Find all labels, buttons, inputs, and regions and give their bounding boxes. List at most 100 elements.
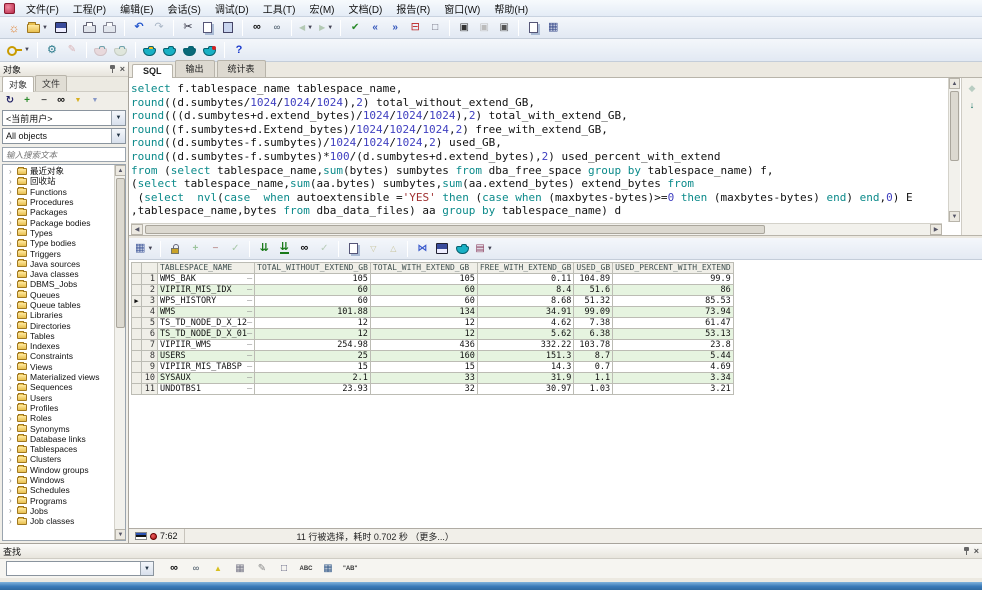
delete-row-button[interactable]: − — [205, 240, 225, 258]
nav-back-button[interactable]: ◀▼ — [296, 19, 316, 37]
scroll-thumb[interactable] — [145, 225, 765, 234]
pin-icon[interactable] — [109, 64, 116, 74]
find-previous-button[interactable]: ▲ — [208, 560, 228, 578]
close-icon[interactable]: × — [120, 65, 125, 74]
tablespace-name-cell[interactable]: WMS_BAK‒ — [158, 273, 255, 284]
editor-tab-输出[interactable]: 输出 — [175, 60, 215, 77]
expand-icon[interactable]: › — [9, 455, 14, 464]
expand-icon[interactable]: › — [9, 362, 14, 371]
find-next-button[interactable]: ∞ — [186, 560, 206, 578]
expand-icon[interactable]: › — [9, 496, 14, 505]
apply-sql-button[interactable]: ✓ — [314, 240, 334, 258]
tablespace-name-cell[interactable]: VIPIIR_WMS‒ — [158, 339, 255, 350]
table-row[interactable]: ▶3WPS_HISTORY‒60608.6851.3285.53 — [132, 295, 734, 306]
sql-line[interactable]: (select tablespace_name,sum(aa.bytes) su… — [131, 177, 942, 191]
chevron-down-icon[interactable]: ▼ — [24, 47, 30, 53]
menu-item[interactable]: 工具(T) — [256, 4, 303, 17]
row-number[interactable]: 6 — [142, 328, 158, 339]
value-cell[interactable]: 1.03 — [574, 383, 613, 394]
tablespace-name-cell[interactable]: TS_TD_NODE_D_X_12‒ — [158, 317, 255, 328]
value-cell[interactable]: 30.97 — [477, 383, 574, 394]
scroll-thumb[interactable] — [950, 91, 959, 161]
value-cell[interactable]: 3.21 — [613, 383, 734, 394]
print-button[interactable] — [80, 19, 100, 37]
tree-item[interactable]: ›Sequences — [3, 382, 114, 392]
paste-button[interactable] — [218, 19, 238, 37]
tree-scrollbar[interactable]: ▲ ▼ — [114, 165, 125, 540]
value-cell[interactable]: 60 — [255, 284, 371, 295]
expand-icon[interactable]: › — [9, 259, 14, 268]
expand-all-button[interactable]: + — [19, 93, 35, 108]
value-cell[interactable]: 5.44 — [613, 350, 734, 361]
value-cell[interactable]: 151.3 — [477, 350, 574, 361]
value-cell[interactable]: 12 — [370, 317, 477, 328]
expand-icon[interactable]: › — [9, 517, 14, 526]
scroll-down-icon[interactable]: ▼ — [949, 211, 960, 222]
row-number[interactable]: 5 — [142, 317, 158, 328]
expand-icon[interactable]: › — [9, 311, 14, 320]
tree-item[interactable]: ›Functions — [3, 187, 114, 197]
value-cell[interactable]: 7.38 — [574, 317, 613, 328]
table-row[interactable]: 5TS_TD_NODE_D_X_12‒12124.627.3861.47 — [132, 317, 734, 328]
find-input[interactable] — [7, 562, 140, 575]
in-selection-button[interactable]: □ — [274, 560, 294, 578]
filter-settings-button[interactable]: ▼ — [87, 93, 103, 108]
tree-item[interactable]: ›Schedules — [3, 485, 114, 495]
tree-item[interactable]: ›Constraints — [3, 351, 114, 361]
scroll-up-icon[interactable]: ▲ — [115, 165, 126, 176]
tablespace-name-cell[interactable]: WMS‒ — [158, 306, 255, 317]
editor-tab-统计表[interactable]: 统计表 — [217, 60, 266, 77]
tree-item[interactable]: ›Indexes — [3, 341, 114, 351]
cell-detail-icon[interactable]: ‒ — [247, 285, 252, 295]
tree-item[interactable]: ›Window groups — [3, 465, 114, 475]
table-row[interactable]: 2VIPIIR_MIS_IDX‒60608.451.686 — [132, 284, 734, 295]
value-cell[interactable]: 33 — [370, 372, 477, 383]
expand-icon[interactable]: › — [9, 373, 14, 382]
scroll-down-icon[interactable]: ▼ — [115, 529, 126, 540]
value-cell[interactable]: 2.1 — [255, 372, 371, 383]
cell-detail-icon[interactable]: ‒ — [247, 351, 252, 361]
value-cell[interactable]: 5.62 — [477, 328, 574, 339]
chevron-down-icon[interactable]: ▼ — [147, 246, 153, 252]
mark-all-button[interactable]: ▦ — [230, 560, 250, 578]
expand-icon[interactable]: › — [9, 465, 14, 474]
expand-icon[interactable]: › — [9, 290, 14, 299]
value-cell[interactable]: 101.88 — [255, 306, 371, 317]
tablespace-name-cell[interactable]: UNDOTBS1‒ — [158, 383, 255, 394]
menu-item[interactable]: 文件(F) — [19, 4, 66, 17]
row-number[interactable]: 1 — [142, 273, 158, 284]
new-command-window-button[interactable] — [180, 41, 200, 59]
menu-item[interactable]: 编辑(E) — [113, 4, 160, 17]
value-cell[interactable]: 60 — [370, 295, 477, 306]
filter-button[interactable]: ▼ — [70, 93, 86, 108]
expand-icon[interactable]: › — [9, 393, 14, 402]
user-select[interactable]: <当前用户> ▼ — [2, 110, 126, 126]
sql-line[interactable]: ,tablespace_name,bytes from dba_data_fil… — [131, 204, 942, 218]
chevron-down-icon[interactable]: ▼ — [111, 111, 125, 125]
menu-item[interactable]: 宏(M) — [302, 4, 341, 17]
cell-detail-icon[interactable]: ‒ — [247, 307, 252, 317]
object-search-input[interactable] — [3, 148, 125, 161]
row-number[interactable]: 2 — [142, 284, 158, 295]
grid-mode-button[interactable]: ▦▼ — [132, 240, 156, 258]
tree-item[interactable]: ›Java classes — [3, 269, 114, 279]
edit-data-button[interactable]: ✎ — [62, 41, 82, 59]
delete-doc-button[interactable]: ⊟ — [405, 19, 425, 37]
find-button[interactable]: ∞ — [53, 93, 69, 108]
value-cell[interactable]: 332.22 — [477, 339, 574, 350]
cut-button[interactable]: ✂ — [178, 19, 198, 37]
value-cell[interactable]: 6.38 — [574, 328, 613, 339]
cell-detail-icon[interactable]: ‒ — [247, 274, 252, 284]
editor-vscrollbar[interactable]: ▲ ▼ — [948, 78, 960, 222]
menu-item[interactable]: 窗口(W) — [437, 4, 487, 17]
value-cell[interactable]: 134 — [370, 306, 477, 317]
value-cell[interactable]: 23.8 — [613, 339, 734, 350]
tree-item[interactable]: ›Jobs — [3, 506, 114, 516]
scroll-up-icon[interactable]: ▲ — [949, 78, 960, 89]
value-cell[interactable]: 160 — [370, 350, 477, 361]
value-cell[interactable]: 12 — [255, 317, 371, 328]
value-cell[interactable]: 99.9 — [613, 273, 734, 284]
value-cell[interactable]: 4.62 — [477, 317, 574, 328]
tree-item[interactable]: ›Profiles — [3, 403, 114, 413]
expand-icon[interactable]: › — [9, 434, 14, 443]
